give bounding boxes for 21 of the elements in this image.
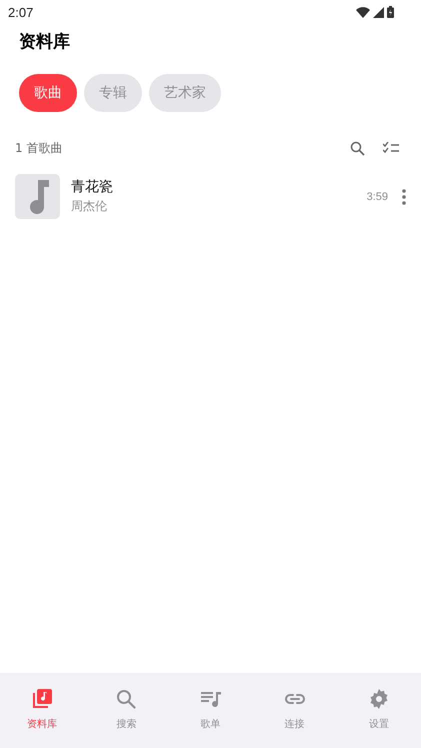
wifi-icon [356, 6, 370, 18]
filter-chip[interactable]: 专辑 [84, 74, 142, 112]
nav-tab[interactable]: 连接 [252, 673, 337, 748]
signal-icon [373, 6, 384, 18]
song-title: 青花瓷 [71, 178, 114, 196]
more-icon[interactable] [402, 188, 406, 204]
filter-chip[interactable]: 艺术家 [149, 74, 221, 112]
nav-tab[interactable]: 歌单 [168, 673, 253, 748]
search-icon[interactable] [350, 140, 365, 156]
status-time: 2:07 [8, 4, 34, 20]
checklist-icon[interactable] [383, 142, 399, 154]
music-library-icon [30, 686, 54, 710]
page-title: 资料库 [19, 31, 71, 53]
nav-tab[interactable]: 资料库 [0, 673, 84, 748]
song-count: 1 首歌曲 [15, 140, 64, 156]
nav-tab[interactable]: 搜索 [84, 673, 168, 748]
battery-icon [387, 6, 394, 18]
filter-chip[interactable]: 歌曲 [19, 74, 77, 112]
song-artist: 周杰伦 [71, 198, 108, 215]
song-duration: 3:59 [366, 190, 388, 202]
nav-tab[interactable]: 设置 [336, 673, 421, 748]
